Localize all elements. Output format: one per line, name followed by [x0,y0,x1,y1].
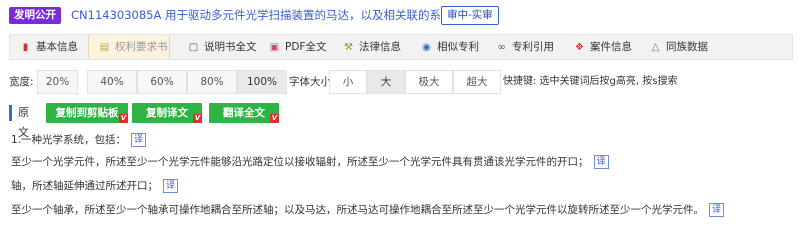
patent-header: 发明公开 CN114303085A 用于驱动多元件光学扫描装置的马达，以及相关联… [0,0,800,30]
pdf-icon: ▣ [269,42,280,53]
tab-citations[interactable]: ∞ 专利引用 [496,35,566,59]
width-option-80[interactable]: 80% [187,70,237,94]
translate-icon[interactable]: 译 [709,203,724,217]
tab-pdf[interactable]: ▣ PDF全文 [269,35,339,59]
vip-tag-icon: V [193,114,202,123]
font-size-xxlarge[interactable]: 超大 [453,70,501,94]
font-size-label: 字体大小: [289,76,335,88]
claim-text[interactable]: 轴，所述轴延伸通过所述开口； [11,180,158,192]
document-icon: ▢ [188,42,199,53]
translate-icon[interactable]: 译 [593,155,609,169]
tab-family[interactable]: △ 同族数据 [650,35,720,59]
tab-legal[interactable]: ⚒ 法律信息 [343,35,413,59]
tab-basic-info[interactable]: ▮ 基本信息 [16,35,86,59]
tab-description[interactable]: ▢ 说明书全文 [188,35,268,59]
detail-tabs: ▮ 基本信息 ▤ 权利要求书 ▢ 说明书全文 ▣ PDF全文 ⚒ 法律信息 ◉ 相似专利 ∞… [9,34,793,60]
claim-text[interactable]: 至少一个轴承，所述至少一个轴承可操作地耦合至所述轴；以及马达，所述马达可操作地耦… [11,204,704,216]
claim-paragraph: 轴，所述轴延伸通过所述开口； 译 [11,178,178,194]
width-option-60[interactable]: 60% [137,70,187,94]
shortcut-hint: 快捷键: 选中关键词后按g高亮, 按s搜索 [503,76,678,87]
link-icon: ∞ [497,42,506,53]
tab-label: 法律信息 [359,41,401,53]
claim-paragraph: 至少一个光学元件，所述至少一个光学元件能够沿光路定位以接收辐射，所述至少一个光学… [11,154,609,170]
tab-label: 相似专利 [437,41,479,53]
tab-label: 案件信息 [590,41,632,53]
publication-type-badge: 发明公开 [9,7,61,24]
family-icon: △ [651,42,660,53]
button-label: 复制译文 [146,107,188,119]
tab-label: 说明书全文 [204,41,257,53]
tab-label: 基本信息 [36,41,78,53]
section-marker [9,105,12,121]
hammer-icon: ❖ [575,42,584,53]
patent-title[interactable]: CN114303085A 用于驱动多元件光学扫描装置的马达，以及相关联的系统和方… [71,7,487,24]
translate-icon[interactable]: 译 [163,179,178,193]
eye-icon: ◉ [422,42,431,53]
claim-paragraph: 至少一个轴承，所述至少一个轴承可操作地耦合至所述轴；以及马达，所述马达可操作地耦… [11,202,724,218]
font-size-xlarge[interactable]: 极大 [405,70,453,94]
tab-label: 权利要求书 [115,41,168,53]
copy-translation-button[interactable]: 复制译文 V [132,103,202,123]
bookmark-icon: ▮ [22,42,29,53]
claim-paragraph: 1.一种光学系统，包括： 译 [11,132,147,148]
button-label: 翻译全文 [223,107,265,119]
copy-to-clipboard-button[interactable]: 复制到剪贴板 V [46,103,128,123]
tab-claims[interactable]: ▤ 权利要求书 [88,35,170,59]
tab-label: 同族数据 [666,41,708,53]
width-option-100[interactable]: 100% [237,70,287,94]
font-size-small[interactable]: 小 [329,70,367,94]
tab-case-info[interactable]: ❖ 案件信息 [574,35,644,59]
tab-label: 专利引用 [512,41,554,53]
tab-similar[interactable]: ◉ 相似专利 [421,35,491,59]
gavel-icon: ⚒ [344,42,353,53]
vip-tag-icon: V [119,114,128,123]
status-badge: 审中-实审 [441,6,499,25]
claim-text[interactable]: 至少一个光学元件，所述至少一个光学元件能够沿光路定位以接收辐射，所述至少一个光学… [11,156,589,168]
document-icon: ▤ [99,42,110,53]
tab-label: PDF全文 [285,41,327,53]
button-label: 复制到剪贴板 [55,107,119,119]
claim-text[interactable]: 1.一种光学系统，包括： [11,134,126,146]
translate-all-button[interactable]: 翻译全文 V [209,103,279,123]
width-option-20[interactable]: 20% [37,70,78,94]
translate-icon[interactable]: 译 [131,133,147,147]
font-size-large[interactable]: 大 [367,70,405,94]
width-option-40[interactable]: 40% [87,70,137,94]
width-label: 宽度: [9,76,34,88]
vip-tag-icon: V [270,114,279,123]
